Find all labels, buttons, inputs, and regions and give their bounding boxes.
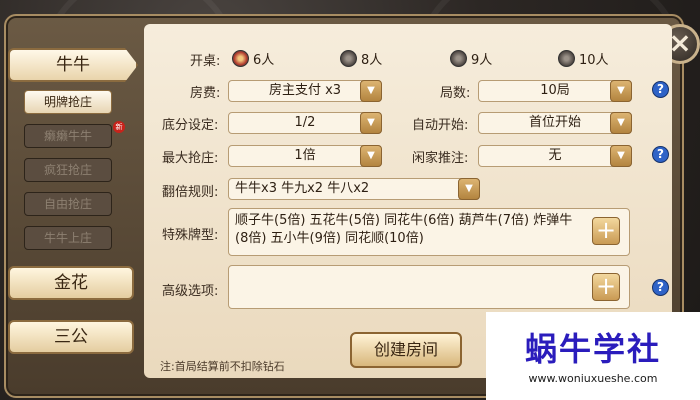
radio-9-players[interactable]: 9人: [450, 49, 492, 68]
select-value: 房主支付 x3: [268, 83, 342, 98]
advanced-options-box: [228, 265, 630, 309]
auto-start-label: 自动开始:: [412, 118, 469, 133]
chevron-down-icon: ▼: [610, 145, 632, 167]
room-fee-label: 房费:: [190, 86, 221, 101]
multiplier-rule-label: 翻倍规则:: [162, 185, 219, 200]
radio-10-players[interactable]: 10人: [558, 49, 609, 68]
help-icon[interactable]: ?: [652, 81, 669, 98]
base-score-label: 底分设定:: [162, 118, 219, 133]
add-special-card-button[interactable]: +: [592, 217, 620, 245]
tab-sangong[interactable]: 三公: [8, 320, 134, 354]
radio-indicator: [232, 50, 249, 67]
radio-indicator: [340, 50, 357, 67]
table-size-label: 开桌:: [190, 54, 221, 69]
radio-indicator: [450, 50, 467, 67]
create-room-button[interactable]: 创建房间: [350, 332, 462, 368]
niuniu-mode-list: 明牌抢庄 癞癞牛牛 新 疯狂抢庄 自由抢庄 牛牛上庄: [24, 90, 125, 260]
game-type-sidebar: 牛牛 明牌抢庄 癞癞牛牛 新 疯狂抢庄 自由抢庄 牛牛上庄 金花 三公: [8, 40, 138, 390]
base-score-select[interactable]: 1/2 ▼: [228, 112, 382, 134]
idle-push-select[interactable]: 无 ▼: [478, 145, 632, 167]
chevron-down-icon: ▼: [360, 112, 382, 134]
mode-niuniu-shangzhuang[interactable]: 牛牛上庄: [24, 226, 112, 250]
radio-label: 10人: [579, 53, 609, 68]
max-bid-select[interactable]: 1倍 ▼: [228, 145, 382, 167]
watermark: 蜗牛学社 www.woniuxueshe.com: [486, 312, 700, 400]
chevron-down-icon: ▼: [360, 145, 382, 167]
room-fee-select[interactable]: 房主支付 x3 ▼: [228, 80, 382, 102]
special-cards-text: 顺子牛(5倍) 五花牛(5倍) 同花牛(6倍) 葫芦牛(7倍) 炸弹牛(8倍) …: [235, 213, 573, 246]
tab-niuniu[interactable]: 牛牛: [8, 48, 138, 82]
radio-label: 9人: [471, 53, 493, 68]
radio-label: 6人: [253, 53, 275, 68]
mode-mingpai-qiangzhuang[interactable]: 明牌抢庄: [24, 90, 112, 114]
mode-fengkuang-qiangzhuang[interactable]: 疯狂抢庄: [24, 158, 112, 182]
advanced-options-label: 高级选项:: [162, 284, 219, 299]
watermark-url: www.woniuxueshe.com: [528, 372, 658, 385]
add-advanced-option-button[interactable]: +: [592, 273, 620, 301]
select-value: 牛牛x3 牛九x2 牛八x2: [235, 181, 370, 196]
select-value: 无: [548, 148, 562, 163]
idle-push-label: 闲家推注:: [412, 151, 469, 166]
radio-6-players[interactable]: 6人: [232, 49, 274, 68]
footnote: 注:首局结算前不扣除钻石: [160, 360, 285, 373]
max-bid-label: 最大抢庄:: [162, 151, 219, 166]
radio-indicator: [558, 50, 575, 67]
mode-ziyou-qiangzhuang[interactable]: 自由抢庄: [24, 192, 112, 216]
help-icon[interactable]: ?: [652, 279, 669, 296]
watermark-name: 蜗牛学社: [524, 330, 661, 368]
help-icon[interactable]: ?: [652, 146, 669, 163]
chevron-down-icon: ▼: [610, 80, 632, 102]
new-badge: 新: [113, 121, 125, 133]
radio-8-players[interactable]: 8人: [340, 49, 382, 68]
select-value: 1/2: [294, 115, 316, 130]
select-value: 首位开始: [528, 115, 581, 130]
radio-label: 8人: [361, 53, 383, 68]
tab-jinhua[interactable]: 金花: [8, 266, 134, 300]
special-cards-box: 顺子牛(5倍) 五花牛(5倍) 同花牛(6倍) 葫芦牛(7倍) 炸弹牛(8倍) …: [228, 208, 630, 256]
multiplier-rule-select[interactable]: 牛牛x3 牛九x2 牛八x2 ▼: [228, 178, 480, 200]
mode-label: 癞癞牛牛: [43, 129, 92, 143]
chevron-down-icon: ▼: [610, 112, 632, 134]
chevron-down-icon: ▼: [458, 178, 480, 200]
select-value: 10局: [540, 83, 570, 98]
special-cards-label: 特殊牌型:: [162, 228, 219, 243]
select-value: 1倍: [294, 148, 316, 163]
rounds-label: 局数:: [440, 86, 471, 101]
rounds-select[interactable]: 10局 ▼: [478, 80, 632, 102]
chevron-down-icon: ▼: [360, 80, 382, 102]
auto-start-select[interactable]: 首位开始 ▼: [478, 112, 632, 134]
mode-laizi-niuniu[interactable]: 癞癞牛牛 新: [24, 121, 125, 148]
